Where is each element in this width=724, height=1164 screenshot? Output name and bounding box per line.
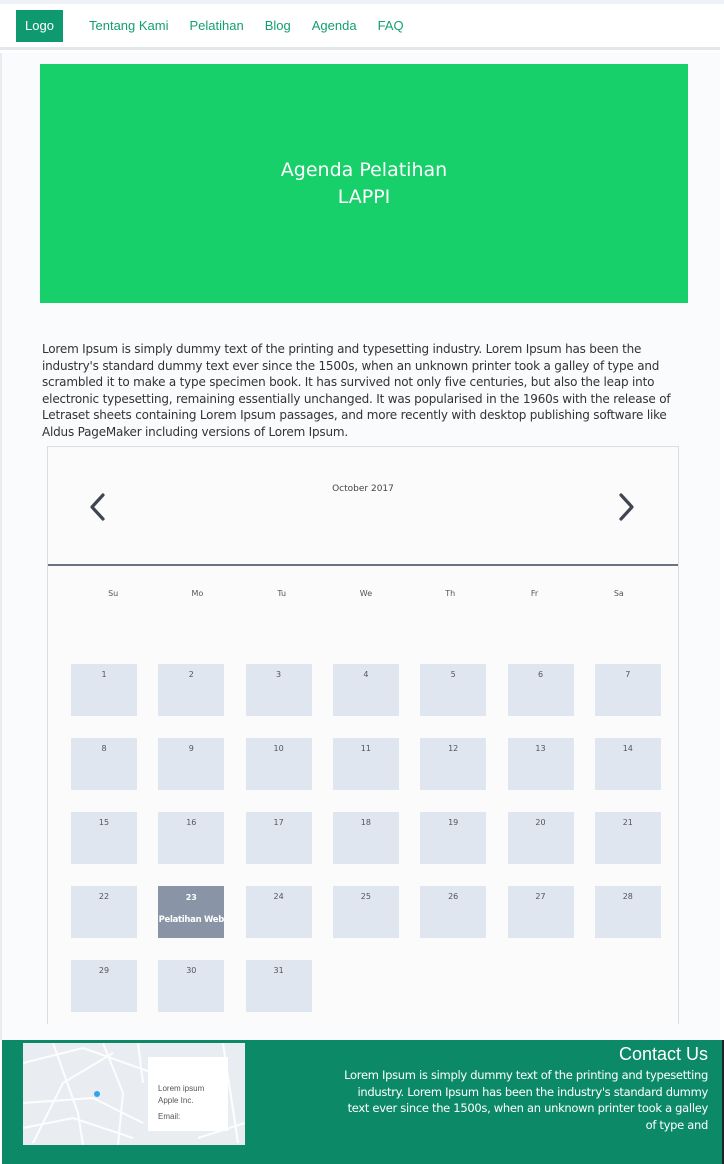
day-number: 5 (450, 670, 456, 679)
nav-link-blog[interactable]: Blog (265, 18, 291, 33)
day-number: 27 (535, 892, 546, 901)
day-number: 19 (448, 818, 459, 827)
map-info-card: Lorem ipsum Apple Inc. Email: (148, 1057, 228, 1131)
nav-link-faq[interactable]: FAQ (378, 18, 404, 33)
calendar-day[interactable]: 28 (594, 886, 661, 938)
contact-text: Lorem Ipsum is simply dummy text of the … (344, 1068, 708, 1132)
calendar-day[interactable]: 3 (245, 664, 312, 716)
calendar-day[interactable]: 25 (332, 886, 399, 938)
day-number: 1 (101, 670, 107, 679)
hero-title-line1: Agenda Pelatihan (280, 158, 448, 181)
event-label[interactable]: Pelatihan Web (158, 915, 225, 925)
calendar-day[interactable]: 22 (71, 886, 137, 938)
map-pin-icon (94, 1091, 100, 1097)
nav-links: Tentang Kami Pelatihan Blog Agenda FAQ (89, 18, 425, 33)
day-number: 18 (360, 818, 371, 827)
hero-banner: Agenda Pelatihan LAPPI (40, 64, 688, 303)
calendar-day[interactable]: 19 (420, 812, 487, 864)
weekday-label: Fr (530, 589, 539, 598)
calendar-day-event[interactable]: 23 Pelatihan Web (158, 886, 224, 938)
nav-link-pelatihan[interactable]: Pelatihan (190, 18, 244, 33)
calendar-day[interactable]: 13 (507, 738, 574, 790)
calendar-day[interactable]: 26 (420, 886, 487, 938)
day-number: 17 (273, 818, 284, 827)
day-number: 22 (98, 892, 110, 901)
day-number: 3 (276, 670, 282, 679)
day-number: 16 (186, 818, 197, 827)
day-number: 12 (448, 744, 459, 753)
day-number: 11 (360, 744, 371, 753)
day-number: 23 (185, 893, 197, 902)
hero-title-line2: LAPPI (337, 185, 391, 208)
footer: Lorem ipsum Apple Inc. Email: Contact Us… (2, 1040, 724, 1164)
calendar-day[interactable]: 10 (245, 738, 312, 790)
calendar-day[interactable]: 1 (71, 664, 137, 716)
day-number: 9 (188, 744, 194, 753)
logo[interactable]: Logo (16, 10, 63, 42)
calendar-day[interactable]: 16 (158, 812, 225, 864)
day-number: 29 (98, 966, 110, 975)
day-number: 21 (622, 818, 633, 827)
day-number: 10 (273, 744, 284, 753)
weekday-header: Su Mo Tu We Th Fr Sa (71, 589, 661, 598)
calendar-day[interactable]: 29 (71, 960, 137, 1012)
day-number: 25 (360, 892, 371, 901)
day-number: 20 (535, 818, 546, 827)
next-month-chevron-right-icon[interactable] (614, 491, 638, 523)
day-number: 30 (186, 966, 197, 975)
weekday-label: Th (445, 589, 456, 598)
calendar-day[interactable]: 11 (332, 738, 399, 790)
main-content: Agenda Pelatihan LAPPI Lorem Ipsum is si… (0, 53, 720, 1040)
calendar-day[interactable]: 14 (594, 738, 661, 790)
calendar-day[interactable]: 5 (420, 664, 487, 716)
contact-title: Contact Us (618, 1044, 708, 1064)
calendar: October 2017 Su Mo Tu We Th Fr Sa 123456… (47, 446, 679, 1024)
calendar-day[interactable]: 18 (332, 812, 399, 864)
nav-link-tentang-kami[interactable]: Tentang Kami (89, 18, 169, 33)
day-number: 4 (363, 670, 369, 679)
calendar-day[interactable]: 27 (507, 886, 574, 938)
day-number: 14 (622, 744, 633, 753)
hero-title: Agenda Pelatihan LAPPI (281, 157, 447, 211)
map[interactable]: Lorem ipsum Apple Inc. Email: (23, 1043, 245, 1145)
day-number: 15 (98, 818, 110, 827)
calendar-day[interactable]: 20 (507, 812, 574, 864)
day-number: 13 (535, 744, 546, 753)
weekday-label: Su (108, 589, 119, 598)
calendar-day[interactable]: 6 (507, 664, 574, 716)
calendar-day[interactable]: 4 (332, 664, 399, 716)
calendar-day[interactable]: 21 (594, 812, 661, 864)
day-number: 2 (188, 670, 194, 679)
weekday-label: Mo (191, 589, 204, 598)
day-number: 7 (625, 670, 631, 679)
calendar-day[interactable]: 17 (245, 812, 312, 864)
calendar-day[interactable]: 2 (158, 664, 225, 716)
prev-month-chevron-left-icon[interactable] (86, 491, 110, 523)
map-card-line: Apple Inc. (158, 1096, 194, 1105)
day-number: 26 (448, 892, 459, 901)
calendar-day[interactable]: 7 (594, 664, 661, 716)
calendar-day[interactable]: 8 (71, 738, 137, 790)
month-label: October 2017 (332, 484, 394, 494)
calendar-day[interactable]: 12 (420, 738, 487, 790)
day-number: 6 (537, 670, 544, 679)
day-number: 24 (273, 892, 284, 901)
weekday-label: Tu (277, 589, 287, 598)
day-number: 28 (622, 892, 633, 901)
navbar: Logo Tentang Kami Pelatihan Blog Agenda … (0, 4, 720, 50)
day-number: 31 (273, 966, 284, 975)
calendar-day[interactable]: 9 (158, 738, 225, 790)
calendar-day[interactable]: 24 (245, 886, 312, 938)
calendar-header: October 2017 (48, 447, 678, 566)
map-card-line: Email: (158, 1112, 181, 1121)
intro-paragraph: Lorem Ipsum is simply dummy text of the … (42, 342, 671, 439)
calendar-day[interactable]: 30 (158, 960, 225, 1012)
calendar-day[interactable]: 31 (245, 960, 312, 1012)
nav-link-agenda[interactable]: Agenda (312, 18, 357, 33)
calendar-day[interactable]: 15 (71, 812, 137, 864)
weekday-label: We (359, 589, 373, 598)
day-number: 8 (101, 744, 107, 753)
map-card-line: Lorem ipsum (158, 1084, 205, 1093)
weekday-label: Sa (613, 589, 624, 598)
